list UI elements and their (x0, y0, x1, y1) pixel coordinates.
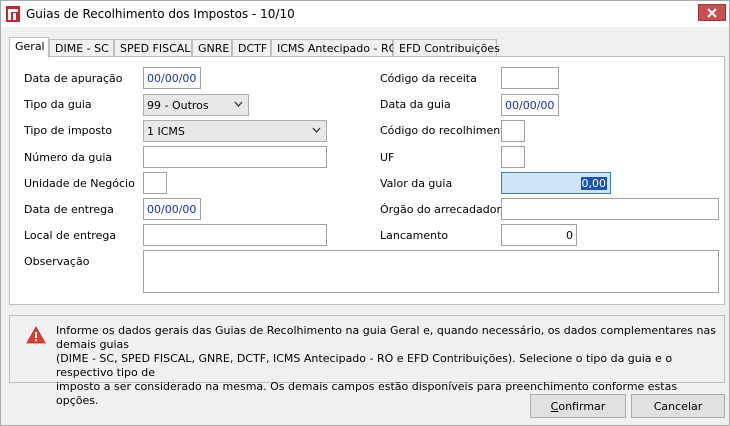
data-entrega-label: Data de entrega (24, 203, 114, 216)
warning-icon (26, 326, 46, 344)
valor-guia-label: Valor da guia (380, 177, 453, 190)
codigo-receita-label: Código da receita (380, 72, 477, 85)
confirm-accelerator: C (550, 399, 559, 413)
tab-geral[interactable]: Geral (9, 37, 49, 58)
orgao-arrecadador-field[interactable] (501, 198, 719, 220)
title-bar[interactable]: Guias de Recolhimento dos Impostos - 10/… (1, 1, 729, 27)
observacao-label: Observação (24, 255, 90, 268)
tipo-imposto-label: Tipo de imposto (24, 124, 113, 137)
confirm-label: onfirmar (558, 399, 606, 413)
valor-guia-value: 0,00 (580, 177, 607, 190)
local-entrega-label: Local de entrega (24, 229, 117, 242)
app-logo-icon (6, 6, 20, 22)
unidade-negocio-label: Unidade de Negócio (24, 177, 135, 190)
uf-label: UF (380, 151, 395, 164)
data-guia-label: Data da guia (380, 98, 451, 111)
data-guia-field[interactable]: 00/00/00 (501, 94, 559, 116)
tab-gnre[interactable]: GNRE (192, 39, 232, 57)
data-apuracao-field[interactable]: 00/00/00 (143, 67, 201, 89)
dialog-window: Guias de Recolhimento dos Impostos - 10/… (0, 0, 730, 426)
tipo-guia-value: 99 - Outros (147, 99, 209, 112)
tipo-guia-label: Tipo da guia (24, 98, 92, 111)
uf-field[interactable] (501, 146, 525, 168)
lancamento-field[interactable]: 0 (501, 224, 577, 246)
cancel-button[interactable]: Cancelar (631, 394, 725, 418)
codigo-receita-field[interactable] (501, 67, 559, 89)
info-line: (DIME - SC, SPED FISCAL, GNRE, DCTF, ICM… (56, 352, 673, 379)
data-entrega-field[interactable]: 00/00/00 (143, 198, 201, 220)
geral-panel: Data de apuração 00/00/00 Tipo da guia 9… (9, 56, 725, 305)
info-line: Informe os dados gerais das Guias de Rec… (56, 324, 716, 351)
close-icon (707, 7, 717, 18)
confirm-button[interactable]: Confirmar (530, 394, 626, 418)
chevron-down-icon (312, 127, 321, 133)
codigo-recolhimento-field[interactable] (501, 120, 525, 142)
numero-guia-label: Número da guia (24, 151, 113, 164)
observacao-textarea[interactable] (143, 250, 719, 293)
orgao-arrecadador-label: Órgão do arrecadador (380, 203, 502, 216)
tab-efd-contribuicoes[interactable]: EFD Contribuições (393, 39, 500, 57)
local-entrega-field[interactable] (143, 224, 327, 246)
numero-guia-field[interactable] (143, 146, 327, 168)
tab-dctf[interactable]: DCTF (232, 39, 271, 57)
close-button[interactable] (698, 4, 726, 21)
tab-icms-antecipado-ro[interactable]: ICMS Antecipado - RO (271, 39, 397, 57)
codigo-recolhimento-label: Código do recolhimento (380, 124, 512, 137)
data-apuracao-label: Data de apuração (24, 72, 123, 85)
chevron-down-icon (234, 101, 243, 107)
tipo-imposto-select[interactable]: 1 ICMS (143, 120, 327, 142)
tab-sped-fiscal[interactable]: SPED FISCAL (114, 39, 192, 57)
lancamento-label: Lancamento (380, 229, 449, 242)
info-box: Informe os dados gerais das Guias de Rec… (9, 315, 725, 407)
unidade-negocio-field[interactable] (143, 172, 167, 194)
tipo-guia-select[interactable]: 99 - Outros (143, 94, 249, 116)
tipo-imposto-value: 1 ICMS (147, 125, 185, 138)
valor-guia-field[interactable]: 0,00 (501, 172, 611, 194)
window-title: Guias de Recolhimento dos Impostos - 10/… (26, 7, 295, 21)
tab-dime-sc[interactable]: DIME - SC (49, 39, 114, 57)
